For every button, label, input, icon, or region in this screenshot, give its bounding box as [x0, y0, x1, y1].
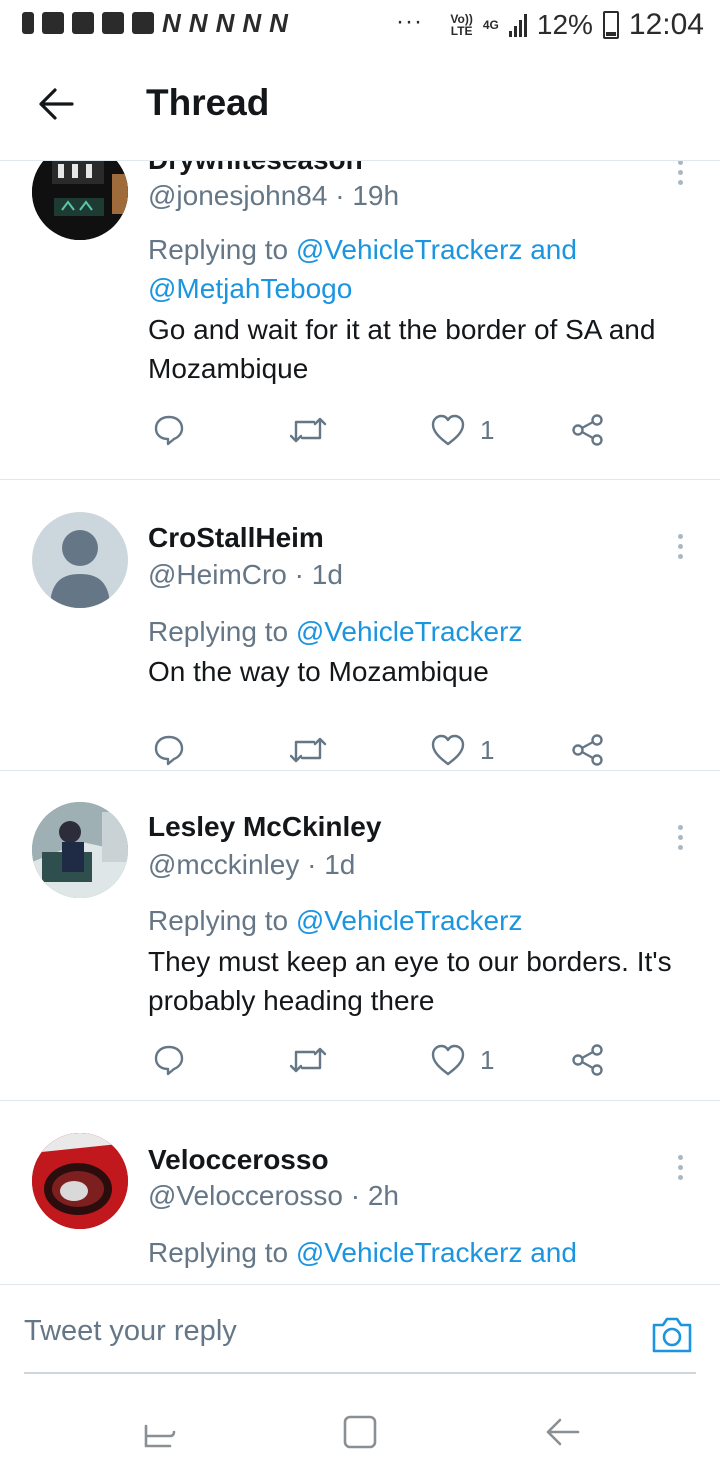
- retweet-icon: [289, 1047, 327, 1073]
- handle-and-time[interactable]: @HeimCro · 1d: [148, 559, 343, 591]
- clock: 12:04: [628, 8, 704, 41]
- n-notification-icon: N: [188, 8, 208, 38]
- back-nav-icon[interactable]: [542, 1412, 582, 1452]
- message-icon: [102, 12, 124, 34]
- replying-to: Replying to @VehicleTrackerz: [148, 612, 708, 651]
- share-icon: [572, 734, 603, 766]
- replying-to: Replying to @VehicleTrackerz and: [148, 1233, 708, 1272]
- heart-icon: [431, 1044, 465, 1076]
- home-icon[interactable]: [340, 1412, 380, 1452]
- mention-link[interactable]: @VehicleTrackerz and: [296, 1237, 577, 1268]
- like-count: 1: [480, 414, 495, 445]
- tweet-actions: 1: [148, 412, 668, 448]
- thread-feed[interactable]: Drywhiteseason @jonesjohn84 · 19h Replyi…: [0, 160, 720, 1284]
- status-bar: N N N N N ··· Vo)) LTE 4G 12% 12:04: [0, 0, 720, 50]
- reply-button[interactable]: [152, 1042, 186, 1078]
- reply-button[interactable]: [152, 412, 186, 448]
- handle-and-time[interactable]: @jonesjohn84 · 19h: [148, 180, 399, 212]
- retweet-icon: [289, 417, 327, 443]
- reply-button[interactable]: [152, 732, 186, 768]
- message-icon: [42, 12, 64, 34]
- display-name[interactable]: CroStallHeim: [148, 522, 324, 554]
- handle-and-time[interactable]: @mcckinley · 1d: [148, 849, 355, 881]
- display-name[interactable]: Drywhiteseason: [148, 160, 363, 176]
- replying-to-label: Replying to: [148, 234, 296, 265]
- tweet[interactable]: CroStallHeim @HeimCro · 1d Replying to @…: [0, 479, 720, 771]
- comment-icon: [154, 1045, 184, 1076]
- notification-icons: N N N N N: [22, 8, 288, 38]
- share-button[interactable]: [570, 412, 606, 448]
- top-app-bar: Thread: [0, 50, 720, 161]
- reply-composer[interactable]: Tweet your reply: [0, 1284, 720, 1375]
- display-name[interactable]: Veloccerosso: [148, 1144, 329, 1176]
- tweet-actions: 1: [148, 732, 668, 768]
- more-options-icon[interactable]: [670, 534, 690, 564]
- avatar[interactable]: [32, 160, 128, 240]
- avatar[interactable]: [32, 512, 128, 608]
- tweet-text: They must keep an eye to our borders. It…: [148, 946, 672, 1016]
- heart-icon: [431, 734, 465, 766]
- n-notification-icon: N: [242, 8, 262, 38]
- more-options-icon[interactable]: [670, 1155, 690, 1185]
- comment-icon: [154, 735, 184, 766]
- system-status: Vo)) LTE 4G 12% 12:04: [450, 8, 704, 42]
- retweet-button[interactable]: [288, 1042, 328, 1078]
- recent-apps-icon[interactable]: [140, 1412, 180, 1452]
- avatar[interactable]: [32, 1133, 128, 1229]
- share-icon: [572, 414, 603, 446]
- replying-to-label: Replying to: [148, 905, 296, 936]
- n-notification-icon: N: [269, 8, 288, 38]
- share-button[interactable]: [570, 732, 606, 768]
- like-count: 1: [480, 734, 495, 765]
- heart-icon: [431, 414, 465, 446]
- mention-link[interactable]: @VehicleTrackerz: [296, 616, 523, 647]
- n-notification-icon: N: [162, 8, 181, 38]
- page-title: Thread: [146, 82, 270, 123]
- alert-icon: [22, 12, 34, 34]
- input-underline: [24, 1372, 696, 1374]
- avatar[interactable]: [32, 802, 128, 898]
- system-nav-bar: [0, 1380, 720, 1480]
- replying-to: Replying to @VehicleTrackerz and @Metjah…: [148, 230, 708, 308]
- more-options-icon[interactable]: [670, 160, 690, 190]
- mention-link[interactable]: @VehicleTrackerz: [296, 905, 523, 936]
- more-options-icon[interactable]: [670, 825, 690, 855]
- tweet[interactable]: Drywhiteseason @jonesjohn84 · 19h Replyi…: [0, 160, 720, 480]
- message-icon: [132, 12, 154, 34]
- comment-icon: [154, 415, 184, 446]
- more-notifications-dots: ···: [396, 8, 423, 35]
- back-arrow-icon[interactable]: [38, 86, 74, 122]
- camera-icon[interactable]: [650, 1315, 694, 1355]
- tweet-text: Go and wait for it at the border of SA a…: [148, 314, 656, 384]
- like-button[interactable]: 1: [430, 1042, 494, 1078]
- replying-to: Replying to @VehicleTrackerz: [148, 901, 708, 940]
- like-button[interactable]: 1: [430, 732, 494, 768]
- tweet-text: On the way to Mozambique: [148, 656, 489, 687]
- n-notification-icon: N: [215, 8, 235, 38]
- signal-icon: [508, 13, 527, 37]
- replying-to-label: Replying to: [148, 616, 296, 647]
- handle-and-time[interactable]: @Veloccerosso · 2h: [148, 1180, 399, 1212]
- message-icon: [72, 12, 94, 34]
- tweet-actions: 1: [148, 1042, 668, 1078]
- reply-input[interactable]: Tweet your reply: [24, 1315, 237, 1348]
- battery-percent: 12%: [536, 9, 593, 40]
- tweet[interactable]: Veloccerosso @Veloccerosso · 2h Replying…: [0, 1100, 720, 1284]
- retweet-button[interactable]: [288, 732, 328, 768]
- share-icon: [572, 1044, 603, 1076]
- network-type: 4G: [482, 18, 499, 32]
- share-button[interactable]: [570, 1042, 606, 1078]
- like-button[interactable]: 1: [430, 412, 494, 448]
- volte-icon: Vo)) LTE: [450, 13, 472, 37]
- retweet-button[interactable]: [288, 412, 328, 448]
- retweet-icon: [289, 737, 327, 763]
- display-name[interactable]: Lesley McCkinley: [148, 811, 381, 843]
- battery-icon: [602, 11, 619, 39]
- like-count: 1: [480, 1044, 495, 1075]
- replying-to-label: Replying to: [148, 1237, 296, 1268]
- lte-label: LTE: [450, 24, 473, 38]
